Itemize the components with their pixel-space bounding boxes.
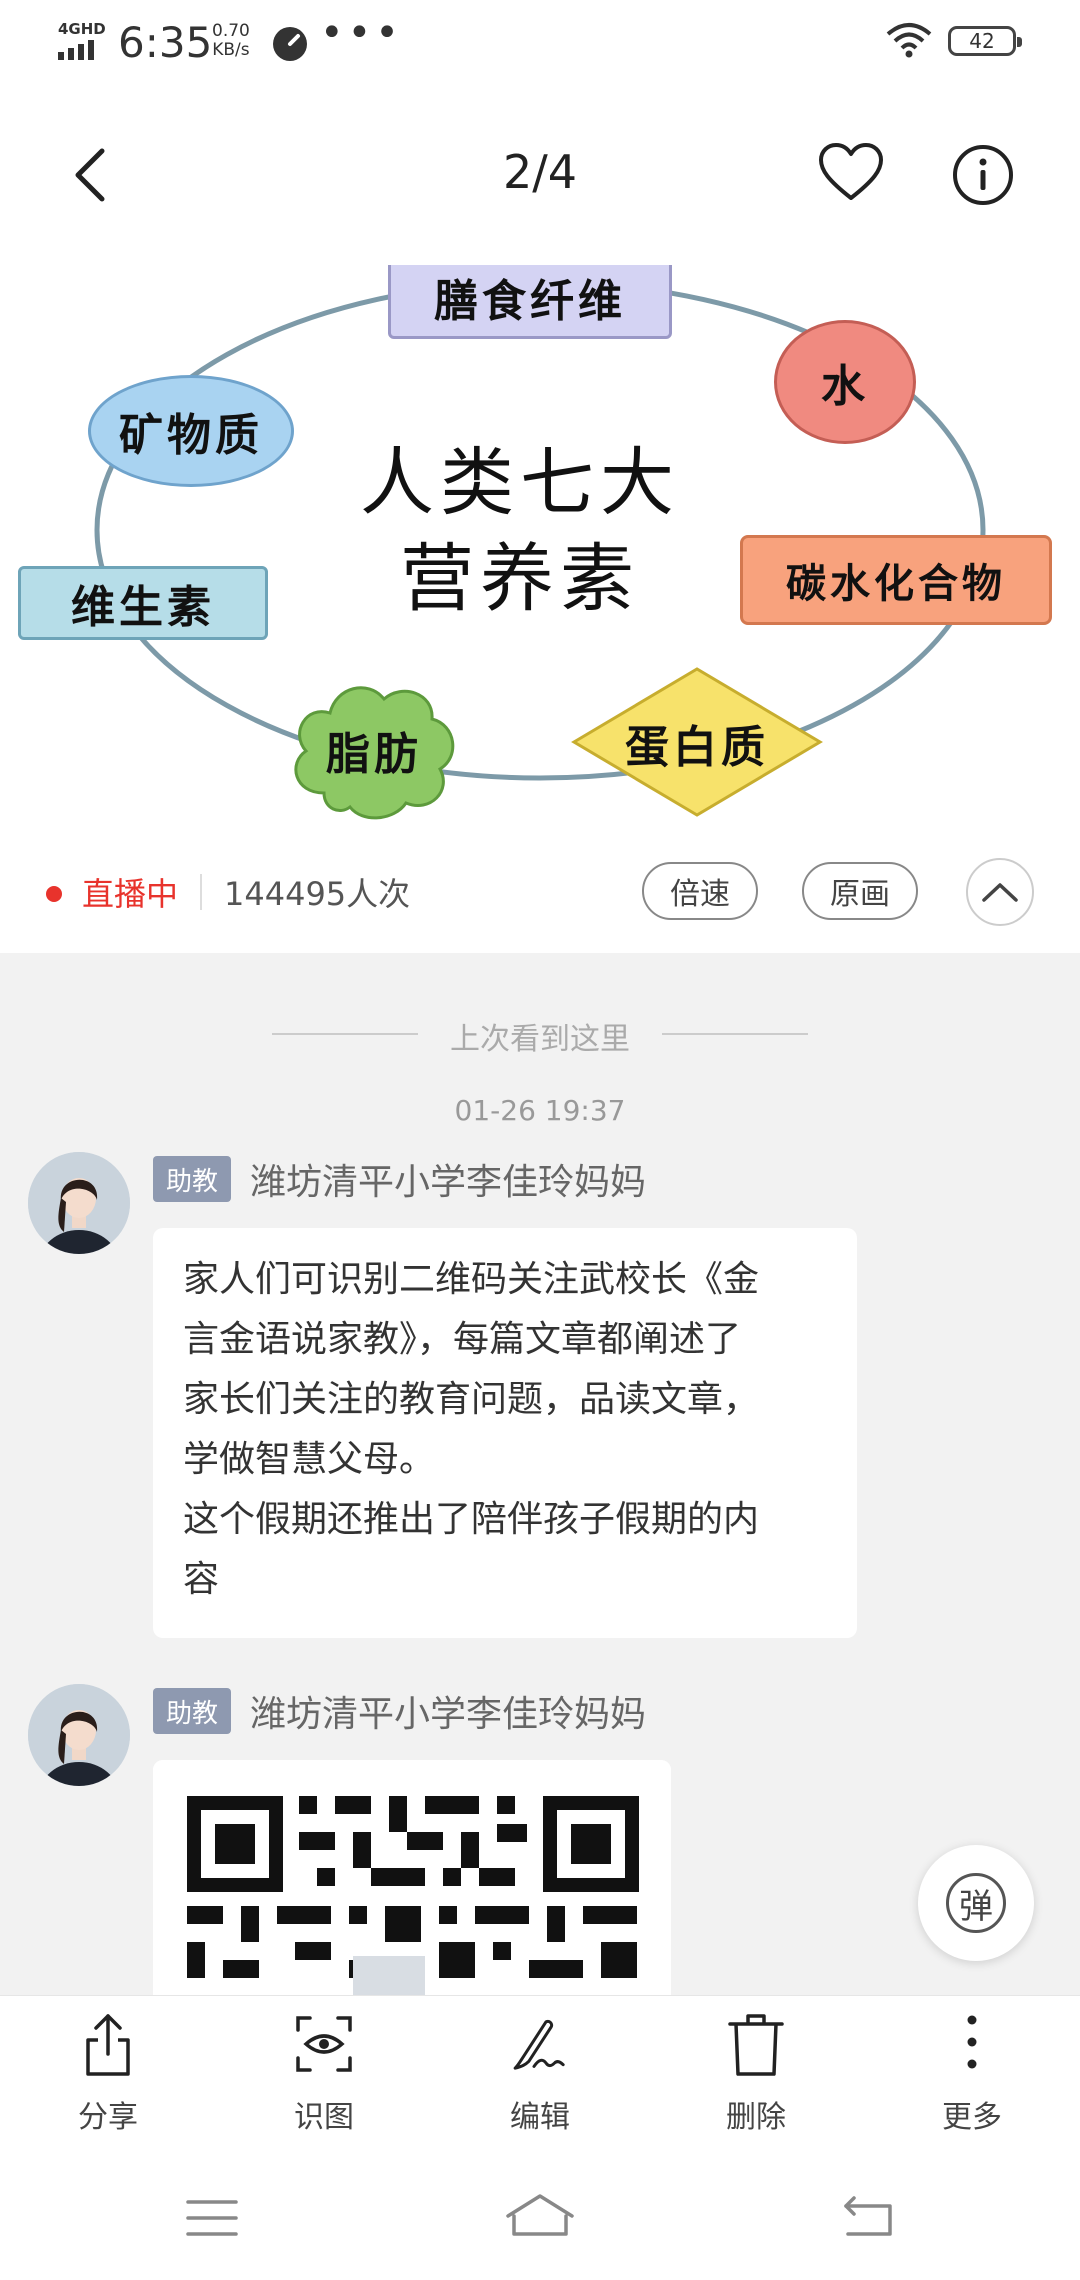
qr-code [153, 1760, 671, 2000]
collapse-button[interactable] [966, 858, 1034, 926]
scan-icon [296, 2016, 352, 2072]
recognize-image-button[interactable]: 识图 [254, 2010, 394, 2150]
qr-code-image[interactable] [153, 1760, 671, 2000]
danmaku-label: 弹 [946, 1873, 1006, 1933]
edit-button[interactable]: 编辑 [470, 2010, 610, 2150]
live-indicator-dot [46, 886, 62, 902]
image-title: 人类七大 营养素 [360, 440, 680, 622]
network-indicator: 4GHD [58, 20, 106, 38]
node-fat: 脂肪 [326, 729, 422, 780]
node-water: 水 [774, 320, 916, 444]
more-notifications-icon: ••• [320, 10, 403, 56]
speed-button[interactable]: 倍速 [642, 862, 758, 920]
assistant-badge: 助教 [153, 1688, 231, 1734]
avatar[interactable] [28, 1684, 130, 1786]
share-label: 分享 [78, 2100, 138, 2135]
more-vertical-icon [967, 2015, 977, 2069]
nutrition-image[interactable]: 人类七大 营养素 膳食纤维 水 矿物质 维生素 碳水化合物 脂肪 蛋白质 [0, 265, 1080, 835]
menu-icon[interactable] [184, 2196, 240, 2240]
assistant-badge: 助教 [153, 1156, 231, 1202]
more-button[interactable]: 更多 [902, 2010, 1042, 2150]
recognize-image-label: 识图 [294, 2100, 354, 2135]
wifi-icon [886, 23, 932, 58]
more-label: 更多 [942, 2100, 1002, 2135]
edit-label: 编辑 [510, 2100, 570, 2135]
share-button[interactable]: 分享 [38, 2010, 178, 2150]
node-fiber: 膳食纤维 [388, 265, 672, 339]
info-icon[interactable] [952, 144, 1014, 206]
divider [200, 874, 202, 910]
message-timestamp: 01-26 19:37 [454, 1094, 626, 1127]
page-counter: 2/4 [502, 145, 578, 199]
delete-button[interactable]: 删除 [686, 2010, 826, 2150]
pen-icon [513, 2019, 565, 2070]
avatar[interactable] [28, 1152, 130, 1254]
back-icon[interactable] [840, 2196, 896, 2240]
chevron-up-icon [982, 883, 1018, 902]
back-arrow-icon[interactable] [70, 145, 110, 205]
view-count: 144495人次 [224, 875, 411, 913]
share-icon [86, 2014, 130, 2076]
signal-icon [58, 40, 94, 60]
speedometer-icon [273, 27, 307, 61]
node-vitamins: 维生素 [18, 566, 268, 640]
seen-divider-right [662, 1033, 808, 1035]
message-bubble[interactable]: 家人们可识别二维码关注武校长《金 言金语说家教》，每篇文章都阐述了 家长们关注的… [153, 1228, 857, 1638]
sender-name: 潍坊清平小学李佳玲妈妈 [250, 1694, 647, 1735]
seen-divider-left [272, 1033, 418, 1035]
node-minerals: 矿物质 [88, 375, 294, 487]
home-icon[interactable] [504, 2190, 576, 2240]
original-quality-button[interactable]: 原画 [802, 862, 918, 920]
danmaku-button[interactable]: 弹 [918, 1845, 1034, 1961]
heart-icon[interactable] [818, 142, 884, 202]
live-status: 直播中 [82, 875, 179, 913]
delete-label: 删除 [726, 2100, 786, 2135]
node-protein: 蛋白质 [625, 722, 769, 773]
network-speed: 0.70 KB/s [212, 21, 250, 60]
last-seen-marker: 上次看到这里 [450, 1022, 630, 1057]
sender-name: 潍坊清平小学李佳玲妈妈 [250, 1162, 647, 1203]
trash-icon [728, 2014, 784, 2076]
battery-indicator: 42 [948, 26, 1022, 56]
node-carbs: 碳水化合物 [740, 535, 1052, 625]
status-bar: 4GHD 6:35 0.70 KB/s ••• 42 [0, 0, 1080, 90]
clock: 6:35 [118, 18, 213, 67]
